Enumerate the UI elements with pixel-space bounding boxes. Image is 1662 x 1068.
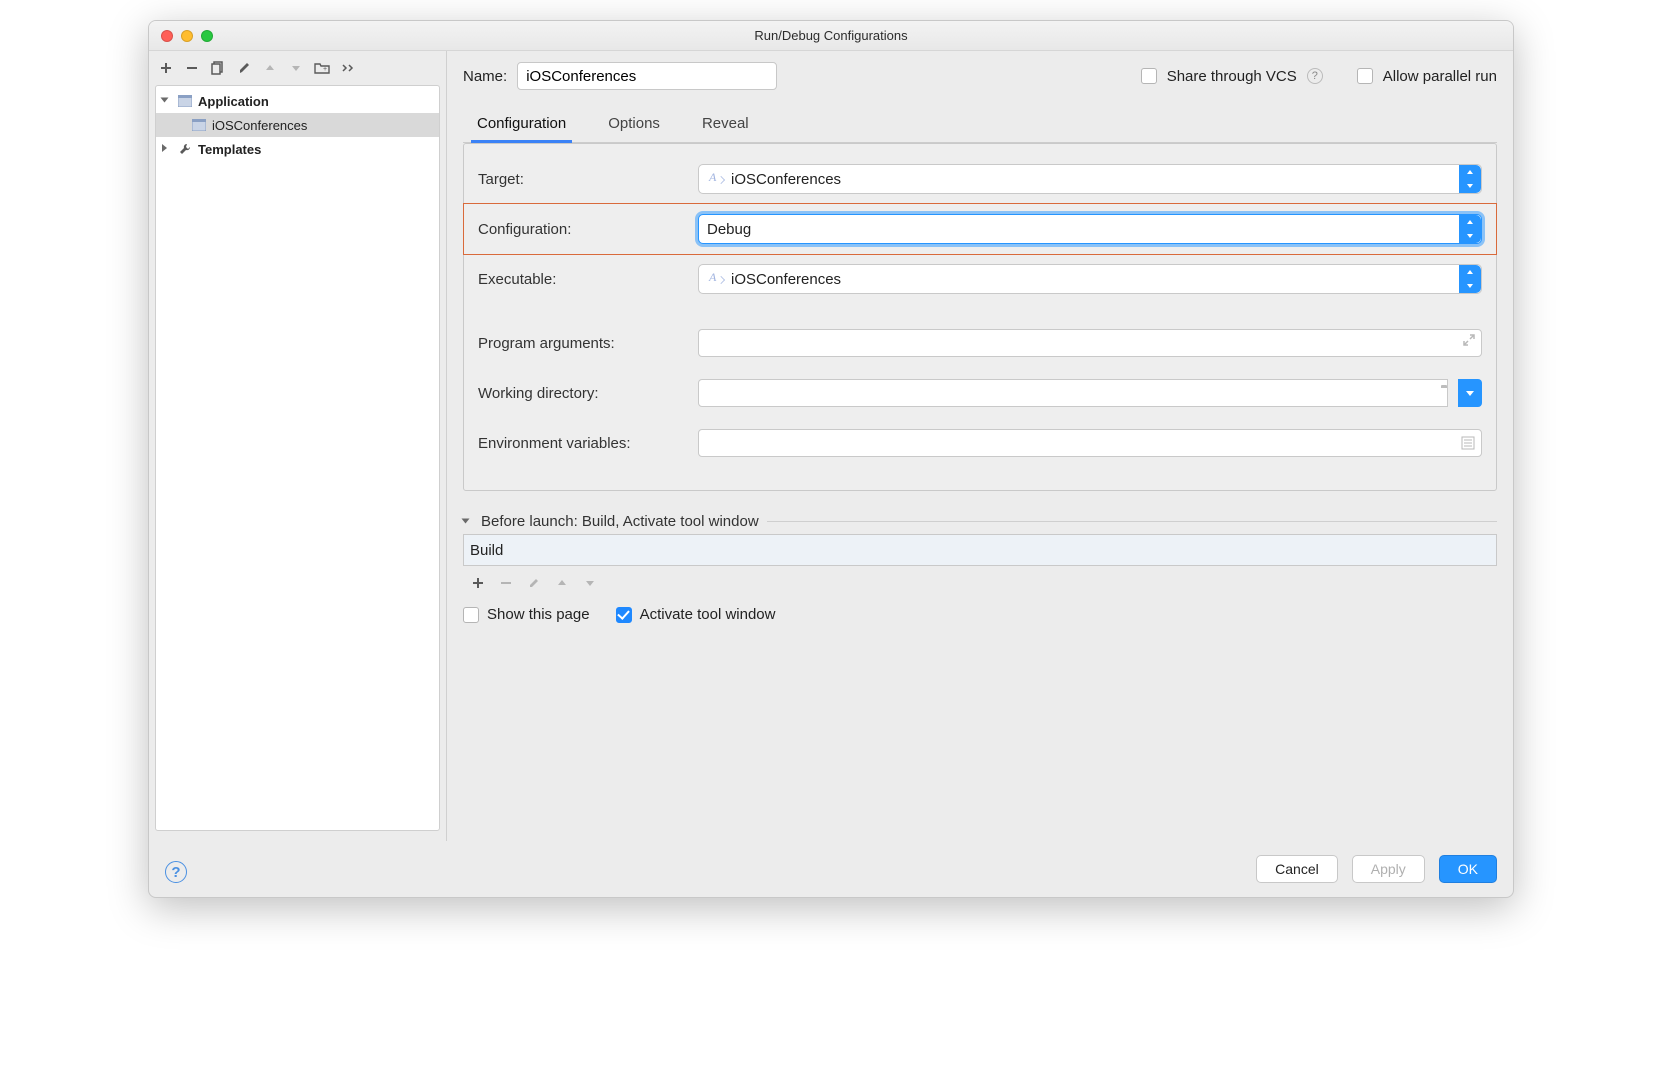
move-task-up-button[interactable] <box>551 572 573 594</box>
before-launch-list[interactable]: Build <box>463 534 1497 566</box>
program-arguments-input[interactable] <box>698 329 1482 357</box>
divider <box>767 521 1497 522</box>
sidebar-toolbar: + <box>149 51 446 85</box>
environment-variables-row: Environment variables: <box>478 418 1482 468</box>
working-directory-dropdown-button[interactable] <box>1458 379 1482 407</box>
configuration-combo[interactable]: Debug <box>698 214 1482 244</box>
tab-configuration[interactable]: Configuration <box>473 115 570 142</box>
stepper-icon <box>1459 165 1481 193</box>
edit-task-button[interactable] <box>523 572 545 594</box>
options-row: Show this page Activate tool window <box>463 606 1497 623</box>
configuration-box: Target: iOSConferences Configuration: <box>463 143 1497 491</box>
tab-reveal[interactable]: Reveal <box>698 115 753 142</box>
sidebar: + Application iOSConferences Templates <box>149 51 447 841</box>
target-value: iOSConferences <box>731 171 841 188</box>
expand-icon[interactable] <box>1463 334 1475 346</box>
remove-task-button[interactable] <box>495 572 517 594</box>
before-launch-header[interactable]: Before launch: Build, Activate tool wind… <box>463 513 1497 530</box>
share-through-vcs-checkbox[interactable] <box>1141 68 1157 84</box>
before-launch-title: Before launch: Build, Activate tool wind… <box>481 513 759 530</box>
edit-templates-button[interactable] <box>233 57 255 79</box>
help-icon[interactable]: ? <box>1307 68 1323 84</box>
cancel-button[interactable]: Cancel <box>1256 855 1338 883</box>
before-launch-item: Build <box>470 542 503 559</box>
tree-node-label: Templates <box>198 142 261 157</box>
chevron-right-icon <box>162 144 172 154</box>
stepper-icon <box>1459 265 1481 293</box>
environment-variables-input[interactable] <box>698 429 1482 457</box>
dialog-window: Run/Debug Configurations + Application <box>148 20 1514 898</box>
move-task-down-button[interactable] <box>579 572 601 594</box>
tree-node-application[interactable]: Application <box>156 89 439 113</box>
application-icon <box>176 95 194 107</box>
ok-button[interactable]: OK <box>1439 855 1497 883</box>
executable-value: iOSConferences <box>731 271 841 288</box>
footer: ? Cancel Apply OK <box>149 841 1513 897</box>
header-row: Name: Share through VCS ? Allow parallel… <box>463 51 1497 101</box>
tab-options[interactable]: Options <box>604 115 664 142</box>
configuration-value: Debug <box>707 221 751 238</box>
target-label: Target: <box>478 171 688 188</box>
titlebar: Run/Debug Configurations <box>149 21 1513 51</box>
target-combo[interactable]: iOSConferences <box>698 164 1482 194</box>
working-directory-row: Working directory: <box>478 368 1482 418</box>
wrench-icon <box>176 142 194 156</box>
dialog-body: + Application iOSConferences Templates <box>149 51 1513 841</box>
list-icon[interactable] <box>1461 436 1475 450</box>
program-arguments-row: Program arguments: <box>478 318 1482 368</box>
add-task-button[interactable] <box>467 572 489 594</box>
show-this-page-checkbox[interactable] <box>463 607 479 623</box>
help-button[interactable]: ? <box>165 861 187 883</box>
copy-configuration-button[interactable] <box>207 57 229 79</box>
allow-parallel-run-label: Allow parallel run <box>1383 68 1497 85</box>
show-this-page-label: Show this page <box>487 606 590 623</box>
allow-parallel-run-checkbox[interactable] <box>1357 68 1373 84</box>
tree-node-templates[interactable]: Templates <box>156 137 439 161</box>
stepper-icon <box>1459 215 1481 243</box>
working-directory-input[interactable] <box>698 379 1448 407</box>
svg-text:+: + <box>323 66 327 73</box>
add-configuration-button[interactable] <box>155 57 177 79</box>
main-panel: Name: Share through VCS ? Allow parallel… <box>447 51 1513 841</box>
program-arguments-label: Program arguments: <box>478 335 688 352</box>
activate-tool-window-checkbox[interactable] <box>616 607 632 623</box>
remove-configuration-button[interactable] <box>181 57 203 79</box>
target-row: Target: iOSConferences <box>478 154 1482 204</box>
tree-node-label: iOSConferences <box>212 118 307 133</box>
appcode-icon <box>707 171 723 187</box>
move-up-button[interactable] <box>259 57 281 79</box>
chevron-down-icon <box>463 517 473 527</box>
expand-toolbar-button[interactable] <box>337 57 359 79</box>
application-icon <box>190 119 208 131</box>
name-input[interactable] <box>517 62 777 90</box>
activate-tool-window-label: Activate tool window <box>640 606 776 623</box>
tabs: Configuration Options Reveal <box>463 103 1497 143</box>
tree-node-iosconferences[interactable]: iOSConferences <box>156 113 439 137</box>
configuration-area: Target: iOSConferences Configuration: <box>463 143 1497 491</box>
configuration-row: Configuration: Debug <box>478 204 1482 254</box>
chevron-down-icon <box>162 96 172 106</box>
tree-node-label: Application <box>198 94 269 109</box>
appcode-icon <box>707 271 723 287</box>
executable-combo[interactable]: iOSConferences <box>698 264 1482 294</box>
working-directory-label: Working directory: <box>478 385 688 402</box>
configuration-label: Configuration: <box>478 221 688 238</box>
name-label: Name: <box>463 68 507 85</box>
share-through-vcs-label: Share through VCS <box>1167 68 1297 85</box>
executable-label: Executable: <box>478 271 688 288</box>
apply-button[interactable]: Apply <box>1352 855 1425 883</box>
folder-button[interactable]: + <box>311 57 333 79</box>
environment-variables-label: Environment variables: <box>478 435 688 452</box>
configurations-tree[interactable]: Application iOSConferences Templates <box>155 85 440 831</box>
window-title: Run/Debug Configurations <box>149 28 1513 43</box>
move-down-button[interactable] <box>285 57 307 79</box>
executable-row: Executable: iOSConferences <box>478 254 1482 304</box>
before-launch-toolbar <box>463 566 1497 600</box>
